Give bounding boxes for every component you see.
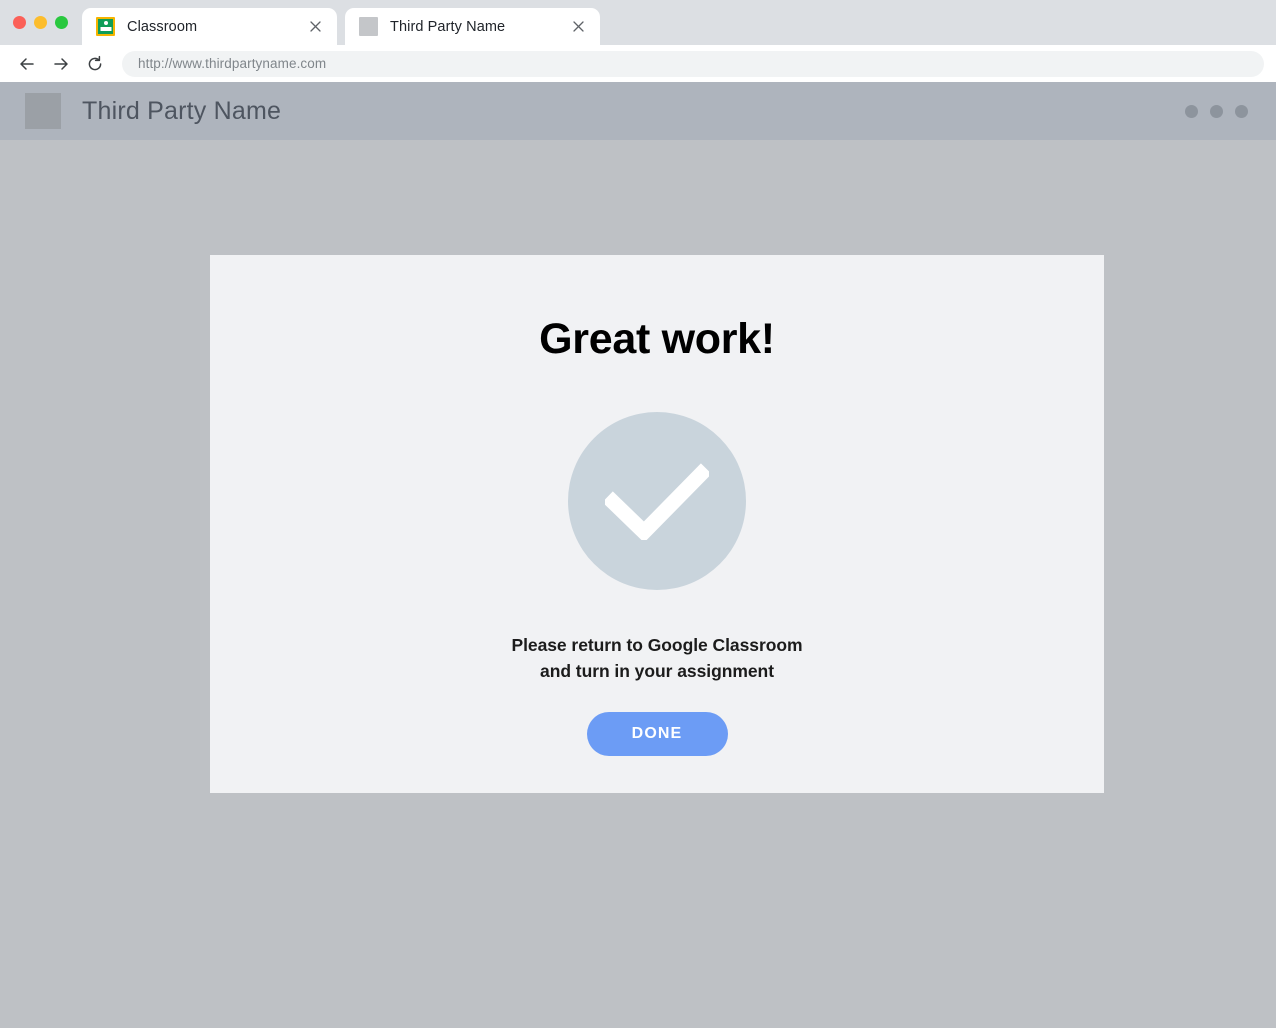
generic-site-icon: [359, 17, 378, 36]
browser-window: Classroom Third Party Name http://www.th…: [0, 0, 1276, 1028]
tab-title: Third Party Name: [390, 18, 506, 35]
window-minimize-button[interactable]: [34, 16, 47, 29]
window-controls: [0, 0, 82, 45]
address-bar[interactable]: http://www.thirdpartyname.com: [122, 50, 1264, 77]
menu-dot: [1235, 104, 1248, 118]
completion-card: Great work! Please return to Google Clas…: [210, 255, 1104, 793]
page-title: Third Party Name: [82, 96, 282, 125]
tab-classroom[interactable]: Classroom: [82, 8, 337, 45]
tab-third-party-name[interactable]: Third Party Name: [345, 8, 600, 45]
page-viewport: Third Party Name Great work! Please retu…: [0, 82, 1276, 1028]
menu-dot: [1210, 104, 1223, 118]
site-header: Third Party Name: [0, 82, 1276, 140]
address-bar-value: http://www.thirdpartyname.com: [138, 56, 327, 71]
close-icon[interactable]: [568, 17, 588, 37]
page-body: Great work! Please return to Google Clas…: [0, 140, 1276, 1028]
reload-icon[interactable]: [78, 49, 112, 79]
done-button[interactable]: DONE: [586, 711, 728, 756]
window-close-button[interactable]: [13, 16, 26, 29]
close-icon[interactable]: [305, 17, 325, 37]
card-message: Please return to Google Classroom and tu…: [511, 633, 802, 685]
card-message-line-1: Please return to Google Classroom: [511, 635, 803, 655]
card-message-line-2: and turn in your assignment: [540, 660, 774, 681]
three-dots-icon[interactable]: [1185, 104, 1248, 118]
tab-title: Classroom: [127, 18, 198, 35]
browser-tabstrip: Classroom Third Party Name: [0, 0, 1276, 45]
window-maximize-button[interactable]: [55, 16, 68, 29]
google-classroom-icon: [96, 17, 115, 36]
menu-dot: [1185, 104, 1198, 118]
arrow-right-icon[interactable]: [44, 49, 78, 79]
site-logo-placeholder: [25, 93, 61, 129]
browser-toolbar: http://www.thirdpartyname.com: [0, 45, 1276, 82]
arrow-left-icon[interactable]: [10, 49, 44, 79]
card-heading: Great work!: [539, 315, 775, 363]
check-circle-icon: [568, 412, 746, 590]
